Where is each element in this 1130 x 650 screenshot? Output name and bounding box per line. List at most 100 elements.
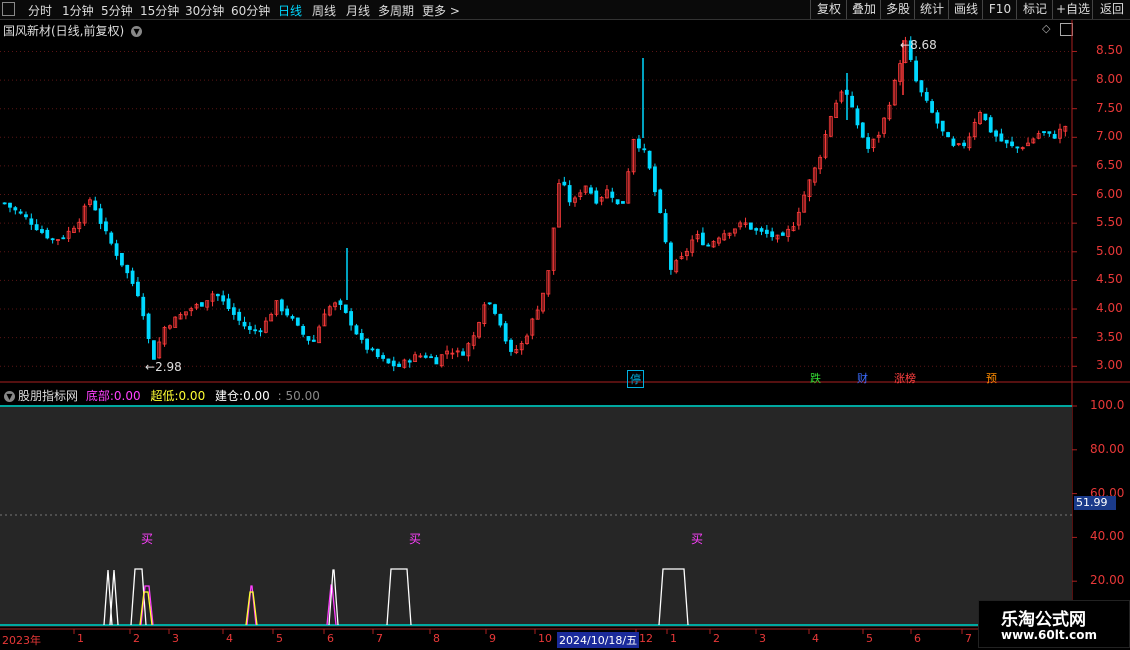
candle-body — [935, 112, 940, 124]
watermark-url: www.60lt.com — [1001, 628, 1098, 642]
candle-body — [1010, 141, 1014, 147]
indicator-tick-label: 80.00 — [1090, 441, 1125, 456]
param-bottom-label: 底部: — [85, 389, 114, 403]
price-tick-label: 5.50 — [1096, 215, 1123, 230]
candle-body — [914, 60, 918, 82]
candle-body — [375, 348, 380, 357]
candle-body — [498, 313, 503, 326]
candle-body — [109, 232, 114, 244]
date-tick-label: 6 — [327, 632, 334, 645]
indicator-tick-label: 100.0 — [1090, 398, 1125, 412]
candle-body — [136, 281, 140, 297]
candle-body — [653, 166, 657, 193]
current-value-badge: 51.99 — [1074, 496, 1116, 510]
price-tick-label: 5.00 — [1096, 243, 1123, 258]
date-tick-label: 2023年 — [2, 634, 41, 647]
indicator-title-row: ▼ 股朋指标网 底部:0.00 超低:0.00 建仓:0.00 : 50.00 — [4, 387, 320, 404]
candle-body — [120, 252, 124, 266]
event-tag-rise-list[interactable]: 涨榜 — [892, 370, 918, 386]
candle-body — [994, 130, 998, 137]
candle-body — [349, 311, 354, 326]
date-tick-label: 2 — [713, 632, 720, 645]
low-price-marker: ←2.98 — [145, 360, 182, 374]
candle-body — [386, 358, 391, 364]
candle-body — [1015, 146, 1020, 149]
candle-body — [141, 296, 146, 317]
candle-body — [104, 221, 108, 232]
candle-body — [407, 360, 412, 363]
candle-body — [13, 207, 18, 211]
candle-body — [706, 244, 711, 247]
event-tag-drop[interactable]: 跌 — [808, 370, 823, 386]
candle-body — [258, 330, 263, 333]
candle-body — [1042, 131, 1046, 133]
candle-body — [247, 326, 252, 330]
candle-body — [866, 137, 871, 149]
candle-body — [669, 242, 673, 270]
candle-body — [93, 200, 98, 211]
candle-body — [215, 293, 220, 297]
candles — [2, 36, 1068, 372]
candle-body — [114, 243, 119, 256]
candle-body — [1047, 131, 1052, 134]
price-tick-label: 7.50 — [1096, 100, 1123, 115]
candle-body — [759, 228, 764, 232]
candle-body — [34, 224, 39, 231]
candle-body — [343, 304, 348, 313]
event-tag-suspend[interactable]: 停 — [627, 370, 644, 388]
param-build-value: 0.00 — [243, 389, 270, 403]
date-tick-label: 6 — [914, 632, 921, 645]
watermark-title: 乐淘公式网 — [1001, 610, 1086, 630]
candle-body — [999, 133, 1004, 142]
candle-body — [231, 307, 236, 315]
candle-body — [663, 213, 668, 243]
candle-body — [850, 95, 855, 108]
candle-body — [359, 333, 364, 340]
watermark: 乐淘公式网 www.60lt.com — [978, 600, 1130, 648]
candle-body — [61, 237, 66, 240]
candle-body — [24, 214, 28, 218]
candle-body — [311, 339, 316, 342]
candle-body — [391, 360, 396, 367]
candle-body — [594, 190, 599, 204]
candle-body — [98, 208, 103, 224]
price-tick-label: 6.00 — [1096, 186, 1123, 201]
price-tick-label: 3.50 — [1096, 329, 1123, 344]
date-tick-label: 5 — [276, 632, 283, 645]
price-tick-label: 8.00 — [1096, 72, 1123, 87]
event-tag-finance[interactable]: 财 — [855, 370, 870, 386]
candle-body — [8, 202, 12, 208]
candle-body — [365, 338, 370, 350]
cursor-date-label: 2024/10/18/五 — [557, 632, 640, 648]
date-tick-label: 9 — [489, 632, 496, 645]
candle-body — [946, 132, 950, 138]
candle-body — [29, 218, 34, 225]
param-ultralow-label: 超低: — [150, 389, 179, 403]
high-price-marker: ←8.68 — [900, 38, 937, 52]
candle-body — [40, 229, 44, 233]
candle-body — [700, 232, 705, 246]
candle-body — [237, 311, 242, 321]
candle-body — [621, 201, 625, 204]
event-tag-forecast[interactable]: 预 — [984, 370, 999, 386]
candle-body — [770, 231, 775, 238]
buy-label: 买 — [691, 532, 704, 546]
candle-body — [567, 185, 572, 203]
date-tick-label: 5 — [866, 632, 873, 645]
candle-body — [434, 357, 439, 365]
date-tick-label: 4 — [812, 632, 819, 645]
candle-body — [487, 302, 492, 305]
candle-body — [1004, 139, 1009, 144]
param-ultralow-value: 0.00 — [178, 389, 206, 403]
candle-body — [503, 323, 508, 342]
chevron-down-icon[interactable]: ▼ — [4, 391, 15, 402]
candle-body — [221, 295, 226, 302]
date-tick-label: 3 — [759, 632, 766, 645]
date-tick-label: 1 — [670, 632, 677, 645]
candle-body — [290, 316, 295, 319]
indicator-name[interactable]: 股朋指标网 — [18, 389, 78, 403]
candle-body — [130, 270, 135, 284]
date-tick-label: 10 — [538, 632, 552, 645]
high-price-value: 8.68 — [910, 38, 937, 52]
candle-body — [637, 138, 641, 149]
